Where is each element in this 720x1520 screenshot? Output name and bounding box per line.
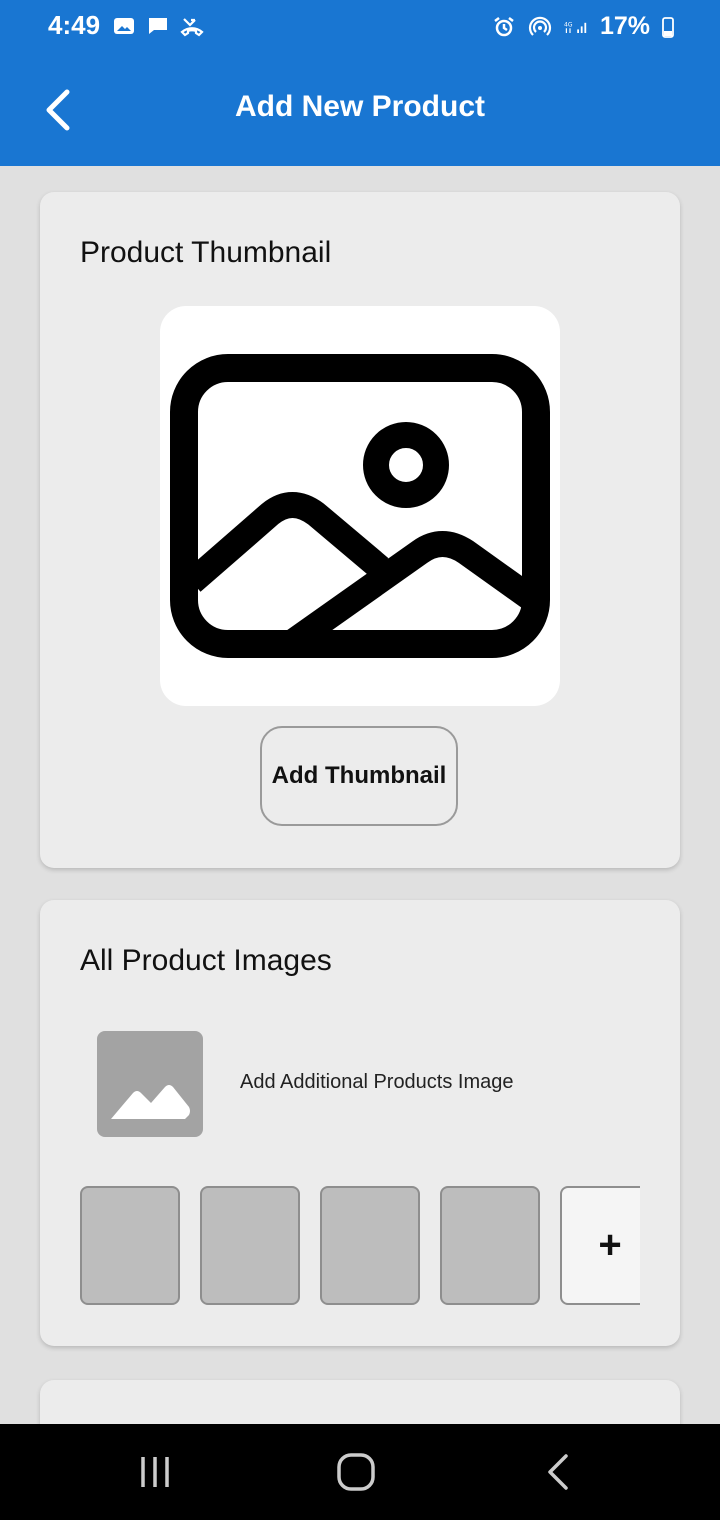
- product-images-card: All Product Images Add Additional Produc…: [40, 900, 680, 1346]
- missed-call-icon: [180, 18, 204, 37]
- gallery-icon: [114, 18, 134, 34]
- image-slot[interactable]: [80, 1186, 180, 1305]
- alarm-icon: [494, 16, 514, 36]
- thumbnail-preview[interactable]: [160, 306, 560, 706]
- image-slot[interactable]: [440, 1186, 540, 1305]
- 4g-signal-icon: 4G: [564, 21, 587, 33]
- scroll-content[interactable]: Product Thumbnail Add Thumbnail All Prod…: [0, 166, 720, 1424]
- navigation-bar: [0, 1424, 720, 1520]
- status-bar: 4:49 4G 17%: [0, 0, 720, 56]
- status-time: 4:49: [48, 10, 101, 40]
- nav-back-button[interactable]: [528, 1448, 588, 1496]
- image-slot[interactable]: [200, 1186, 300, 1305]
- message-icon: [149, 18, 167, 34]
- image-slot[interactable]: [320, 1186, 420, 1305]
- notification-icons: [112, 14, 204, 38]
- back-icon: [548, 1454, 568, 1490]
- home-button[interactable]: [326, 1448, 386, 1496]
- page-title: Add New Product: [234, 90, 485, 123]
- image-slots-strip[interactable]: +: [80, 1186, 640, 1306]
- image-icon: [111, 1085, 190, 1119]
- battery-icon: [662, 16, 674, 38]
- battery-percentage: 17%: [599, 12, 650, 40]
- add-image-label[interactable]: Add Additional Products Image: [240, 1071, 514, 1094]
- app-bar: Add New Product: [0, 56, 720, 166]
- thumbnail-card-title: Product Thumbnail: [80, 236, 332, 269]
- recent-apps-button[interactable]: [125, 1448, 185, 1496]
- image-placeholder-icon: [170, 354, 550, 658]
- product-images-card-title: All Product Images: [80, 944, 332, 977]
- add-image-slot-button[interactable]: +: [560, 1186, 640, 1305]
- recent-apps-icon: [141, 1457, 169, 1487]
- thumbnail-card: Product Thumbnail Add Thumbnail: [40, 192, 680, 868]
- svg-text:4G: 4G: [564, 21, 573, 28]
- add-thumbnail-button[interactable]: Add Thumbnail: [260, 726, 458, 826]
- system-icons: 4G 17%: [492, 12, 674, 41]
- next-card: [40, 1380, 680, 1424]
- home-icon: [337, 1453, 375, 1491]
- hotspot-icon: [528, 16, 552, 36]
- add-image-button[interactable]: [97, 1031, 203, 1137]
